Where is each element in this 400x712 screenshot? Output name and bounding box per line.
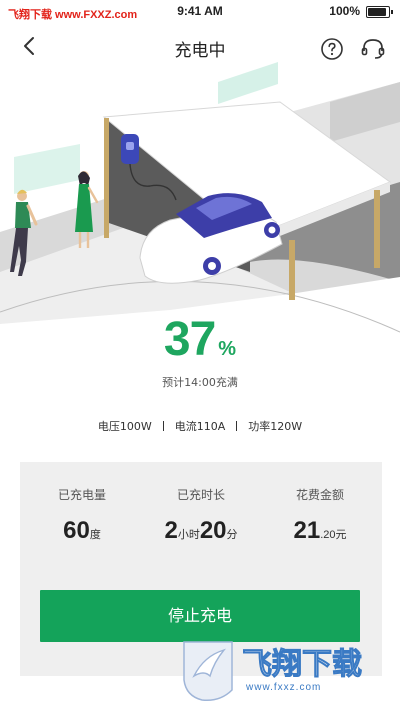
power-metric: 功率120W xyxy=(248,420,303,433)
stat-value: 21.20元 xyxy=(260,517,380,545)
charging-illustration xyxy=(0,62,400,352)
watermark-url: www.fxxz.com xyxy=(246,682,322,693)
status-bar: 飞翔下载 www.FXXZ.com 9:41 AM 100% xyxy=(0,0,400,24)
cost-unit: 元 xyxy=(335,529,347,541)
stat-label: 已充时长 xyxy=(176,488,225,502)
voltage-metric: 电压100W xyxy=(97,420,152,433)
charging-metrics: 电压100W 电流110A 功率120W xyxy=(0,418,400,434)
hours-unit: 小时 xyxy=(177,529,200,541)
customer-service-button[interactable] xyxy=(360,36,386,62)
estimated-full-time: 预计14:00充满 xyxy=(162,376,238,389)
percentage-value: 37 xyxy=(163,313,216,366)
stat-value: 2小时20分 xyxy=(141,517,261,545)
energy-unit: 度 xyxy=(89,529,101,541)
watermark-brand: 飞翔下载 xyxy=(242,647,362,682)
percentage-unit: % xyxy=(218,338,237,360)
stop-charging-button[interactable]: 停止充电 xyxy=(40,590,360,642)
stat-value: 60度 xyxy=(22,517,142,545)
divider xyxy=(162,421,164,431)
charge-percentage: 37% xyxy=(0,312,400,367)
cost-integer: 21 xyxy=(293,517,321,544)
cost-stat: 花费金额 21.20元 xyxy=(260,486,380,545)
stat-label: 已充电量 xyxy=(57,488,106,502)
charged-energy-stat: 已充电量 60度 xyxy=(22,486,142,545)
cost-decimal: .20 xyxy=(320,529,336,541)
minutes-value: 20 xyxy=(199,517,227,544)
battery-icon xyxy=(366,6,393,18)
energy-value: 60 xyxy=(63,517,90,544)
question-circle-icon xyxy=(321,38,343,60)
current-metric: 电流110A xyxy=(174,420,226,433)
battery-percent: 100% xyxy=(329,4,360,18)
minutes-unit: 分 xyxy=(226,529,238,541)
headset-icon xyxy=(361,39,385,59)
help-button[interactable] xyxy=(320,37,344,61)
watermark-logo: 飞翔下载 xyxy=(183,641,363,702)
hours-value: 2 xyxy=(164,517,178,544)
duration-stat: 已充时长 2小时20分 xyxy=(141,486,261,545)
divider xyxy=(236,421,238,431)
stat-label: 花费金额 xyxy=(295,488,344,502)
